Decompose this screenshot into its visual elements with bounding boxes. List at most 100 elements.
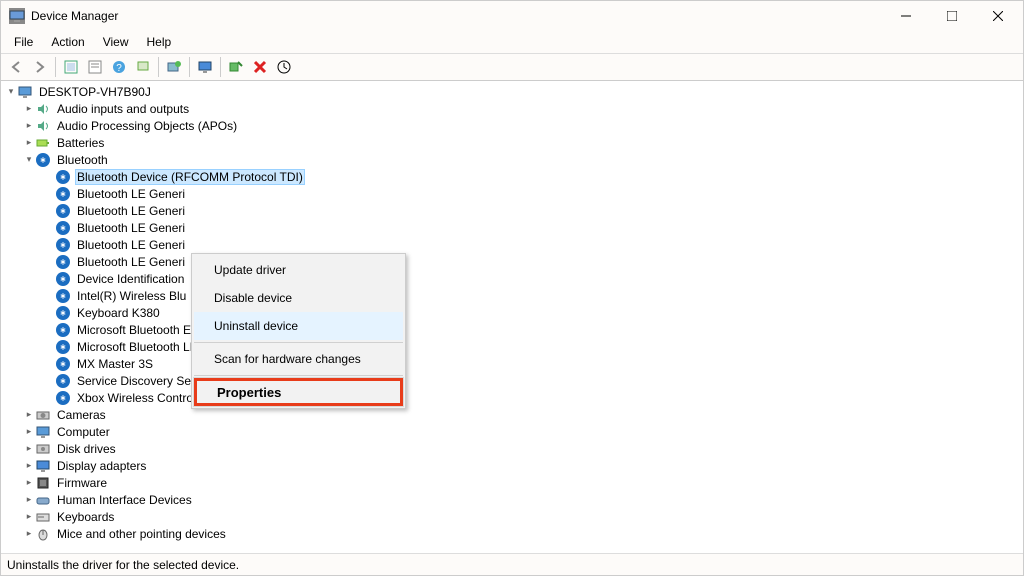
toolbar: ? bbox=[1, 53, 1023, 81]
show-hidden-icon[interactable] bbox=[60, 56, 82, 78]
add-device-icon[interactable] bbox=[163, 56, 185, 78]
context-menu-properties[interactable]: Properties bbox=[194, 378, 403, 406]
bt-icon: ⁎ bbox=[55, 322, 71, 338]
bt-icon: ⁎ bbox=[55, 271, 71, 287]
category-label: Disk drives bbox=[55, 442, 118, 456]
context-menu-separator bbox=[194, 342, 403, 343]
category-keyboards[interactable]: ▸ Keyboards bbox=[1, 508, 1023, 525]
menu-file[interactable]: File bbox=[5, 33, 42, 51]
device-label: MX Master 3S bbox=[75, 357, 155, 371]
status-text: Uninstalls the driver for the selected d… bbox=[7, 558, 239, 572]
expander-icon[interactable]: ▸ bbox=[23, 492, 35, 508]
category-cameras[interactable]: ▸Cameras bbox=[1, 406, 1023, 423]
update-icon[interactable] bbox=[273, 56, 295, 78]
category-human-interface-devices[interactable]: ▸ Human Interface Devices bbox=[1, 491, 1023, 508]
bt-icon: ⁎ bbox=[35, 152, 51, 168]
expander-icon[interactable]: ▸ bbox=[23, 424, 35, 440]
category-audio-processing-objects-apos-[interactable]: ▸ Audio Processing Objects (APOs) bbox=[1, 117, 1023, 134]
help-icon[interactable]: ? bbox=[108, 56, 130, 78]
category-computer[interactable]: ▸Computer bbox=[1, 423, 1023, 440]
expander-icon[interactable]: ▸ bbox=[23, 526, 35, 542]
device-item[interactable]: ⁎ MX Master 3S bbox=[1, 355, 1023, 372]
device-tree[interactable]: ▾DESKTOP-VH7B90J▸Audio inputs and output… bbox=[1, 81, 1023, 553]
uninstall-icon[interactable] bbox=[249, 56, 271, 78]
monitor-icon[interactable] bbox=[194, 56, 216, 78]
category-disk-drives[interactable]: ▸ Disk drives bbox=[1, 440, 1023, 457]
devices-icon[interactable] bbox=[132, 56, 154, 78]
expander-icon[interactable]: ▸ bbox=[23, 509, 35, 525]
expander-icon[interactable]: ▸ bbox=[23, 458, 35, 474]
category-batteries[interactable]: ▸ Batteries bbox=[1, 134, 1023, 151]
menu-help[interactable]: Help bbox=[138, 33, 181, 51]
category-display-adapters[interactable]: ▸ Display adapters bbox=[1, 457, 1023, 474]
bt-icon: ⁎ bbox=[55, 305, 71, 321]
menu-action[interactable]: Action bbox=[42, 33, 93, 51]
audio-icon bbox=[35, 101, 51, 117]
menubar: File Action View Help bbox=[1, 31, 1023, 53]
camera-icon bbox=[35, 407, 51, 423]
scan-icon[interactable] bbox=[225, 56, 247, 78]
device-item[interactable]: ⁎ Keyboard K380 bbox=[1, 304, 1023, 321]
back-icon[interactable] bbox=[5, 56, 27, 78]
bt-icon: ⁎ bbox=[55, 373, 71, 389]
device-label: Bluetooth Device (RFCOMM Protocol TDI) bbox=[75, 169, 305, 185]
device-label: Bluetooth LE Generi bbox=[75, 221, 187, 235]
mouse-icon bbox=[35, 526, 51, 542]
device-item[interactable]: ⁎Service Discovery Service bbox=[1, 372, 1023, 389]
device-item[interactable]: ⁎Bluetooth LE Generi bbox=[1, 253, 1023, 270]
expander-icon[interactable]: ▸ bbox=[23, 407, 35, 423]
forward-icon[interactable] bbox=[29, 56, 51, 78]
minimize-button[interactable] bbox=[883, 1, 929, 31]
device-item[interactable]: ⁎Intel(R) Wireless Blu bbox=[1, 287, 1023, 304]
toolbar-separator bbox=[158, 57, 159, 77]
display-icon bbox=[35, 458, 51, 474]
category-label: Batteries bbox=[55, 136, 106, 150]
expander-icon[interactable]: ▸ bbox=[23, 475, 35, 491]
context-menu-uninstall-device[interactable]: Uninstall device bbox=[194, 312, 403, 340]
category-audio-inputs-and-outputs[interactable]: ▸ Audio inputs and outputs bbox=[1, 100, 1023, 117]
device-item[interactable]: ⁎Device Identification bbox=[1, 270, 1023, 287]
category-firmware[interactable]: ▸ Firmware bbox=[1, 474, 1023, 491]
category-bluetooth[interactable]: ▾⁎Bluetooth bbox=[1, 151, 1023, 168]
device-item[interactable]: ⁎Bluetooth LE Generi bbox=[1, 219, 1023, 236]
expander-icon[interactable]: ▸ bbox=[23, 101, 35, 117]
bt-icon: ⁎ bbox=[55, 356, 71, 372]
context-menu-separator bbox=[194, 375, 403, 376]
category-label: Display adapters bbox=[55, 459, 148, 473]
category-label: Keyboards bbox=[55, 510, 116, 524]
category-label: Human Interface Devices bbox=[55, 493, 194, 507]
expander-icon[interactable]: ▸ bbox=[23, 118, 35, 134]
device-item[interactable]: ⁎Bluetooth LE Generi bbox=[1, 185, 1023, 202]
expander-icon[interactable]: ▾ bbox=[23, 152, 35, 168]
device-item[interactable]: ⁎Microsoft Bluetooth LE Enumerator bbox=[1, 338, 1023, 355]
properties-icon[interactable] bbox=[84, 56, 106, 78]
device-label: Keyboard K380 bbox=[75, 306, 162, 320]
device-item[interactable]: ⁎Xbox Wireless Controller bbox=[1, 389, 1023, 406]
device-label: Intel(R) Wireless Blu bbox=[75, 289, 188, 303]
category-label: Firmware bbox=[55, 476, 109, 490]
device-manager-window: Device Manager File Action View Help ? ▾… bbox=[0, 0, 1024, 576]
category-mice-and-other-pointing-devices[interactable]: ▸Mice and other pointing devices bbox=[1, 525, 1023, 542]
device-item[interactable]: ⁎Bluetooth LE Generi bbox=[1, 236, 1023, 253]
category-label: Audio inputs and outputs bbox=[55, 102, 191, 116]
menu-view[interactable]: View bbox=[94, 33, 138, 51]
app-icon bbox=[9, 8, 25, 24]
expander-icon[interactable]: ▸ bbox=[23, 135, 35, 151]
keyboard-icon bbox=[35, 509, 51, 525]
context-menu-scan-for-hardware-changes[interactable]: Scan for hardware changes bbox=[194, 345, 403, 373]
firmware-icon bbox=[35, 475, 51, 491]
device-item[interactable]: ⁎Bluetooth LE Generi bbox=[1, 202, 1023, 219]
bt-icon: ⁎ bbox=[55, 237, 71, 253]
close-button[interactable] bbox=[975, 1, 1021, 31]
device-item[interactable]: ⁎Microsoft Bluetooth Enumerator bbox=[1, 321, 1023, 338]
expander-icon[interactable]: ▾ bbox=[5, 84, 17, 100]
toolbar-separator bbox=[220, 57, 221, 77]
context-menu-update-driver[interactable]: Update driver bbox=[194, 256, 403, 284]
root-label: DESKTOP-VH7B90J bbox=[37, 85, 153, 99]
context-menu-disable-device[interactable]: Disable device bbox=[194, 284, 403, 312]
expander-icon[interactable]: ▸ bbox=[23, 441, 35, 457]
category-label: Audio Processing Objects (APOs) bbox=[55, 119, 239, 133]
device-item[interactable]: ⁎Bluetooth Device (RFCOMM Protocol TDI) bbox=[1, 168, 1023, 185]
maximize-button[interactable] bbox=[929, 1, 975, 31]
tree-root[interactable]: ▾ DESKTOP-VH7B90J bbox=[1, 83, 1023, 100]
